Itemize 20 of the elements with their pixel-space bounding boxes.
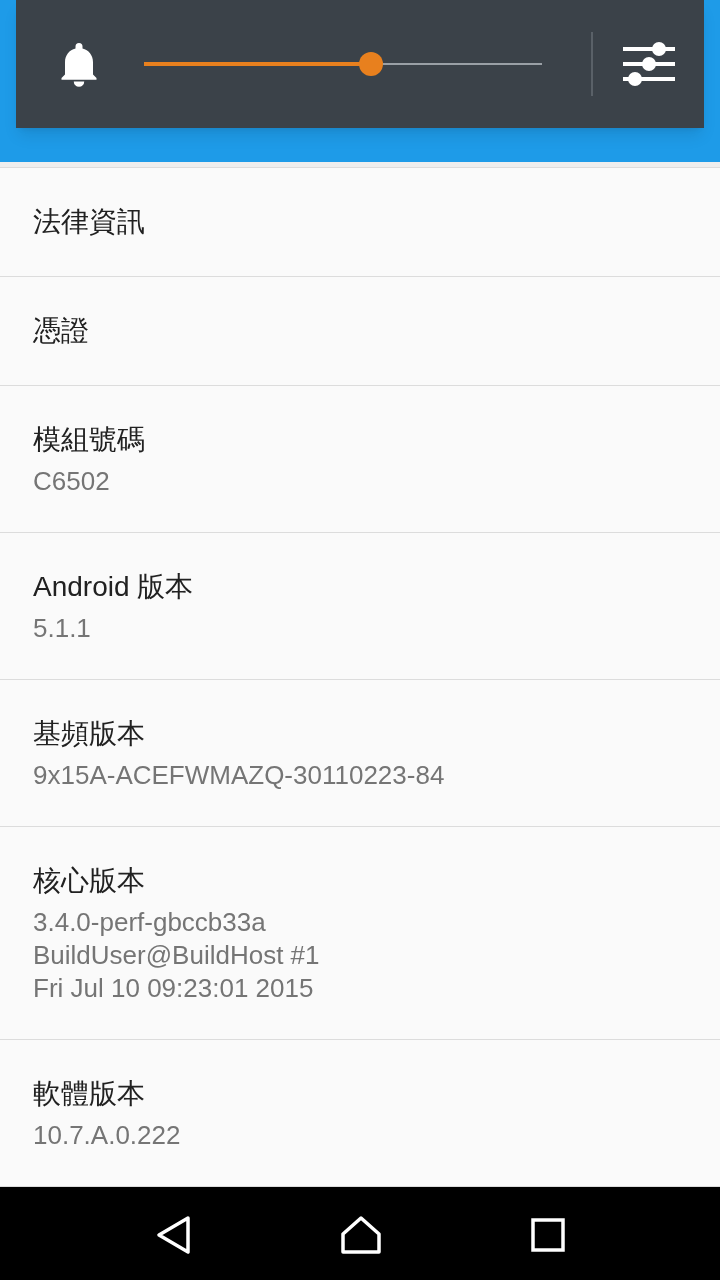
setting-title[interactable]: Android 版本	[33, 567, 687, 607]
setting-title[interactable]: 核心版本	[33, 861, 687, 901]
setting-summary: 10.7.A.0.222	[33, 1119, 182, 1152]
setting-summary: BuildUser@BuildHost #1	[33, 939, 321, 972]
setting-title[interactable]: 法律資訊	[33, 202, 687, 242]
volume-slider[interactable]	[144, 50, 542, 78]
setting-title[interactable]: 模組號碼	[33, 420, 687, 460]
settings-sliders-icon[interactable]	[623, 40, 675, 88]
back-icon[interactable]	[154, 1215, 191, 1255]
setting-summary: 3.4.0-perf-gbccb33a	[33, 906, 267, 939]
setting-summary: Fri Jul 10 09:23:01 2015	[33, 972, 315, 1005]
setting-summary: C6502	[33, 465, 111, 498]
setting-summary: 5.1.1	[33, 612, 92, 645]
setting-title[interactable]: 軟體版本	[33, 1074, 687, 1114]
setting-title[interactable]: 憑證	[33, 311, 687, 351]
home-icon[interactable]	[340, 1215, 382, 1255]
slider-thumb[interactable]	[358, 52, 383, 76]
setting-summary: 9x15A-ACEFWMAZQ-30110223-84	[33, 759, 446, 792]
recents-icon[interactable]	[531, 1218, 566, 1252]
setting-title[interactable]: 基頻版本	[33, 714, 687, 754]
